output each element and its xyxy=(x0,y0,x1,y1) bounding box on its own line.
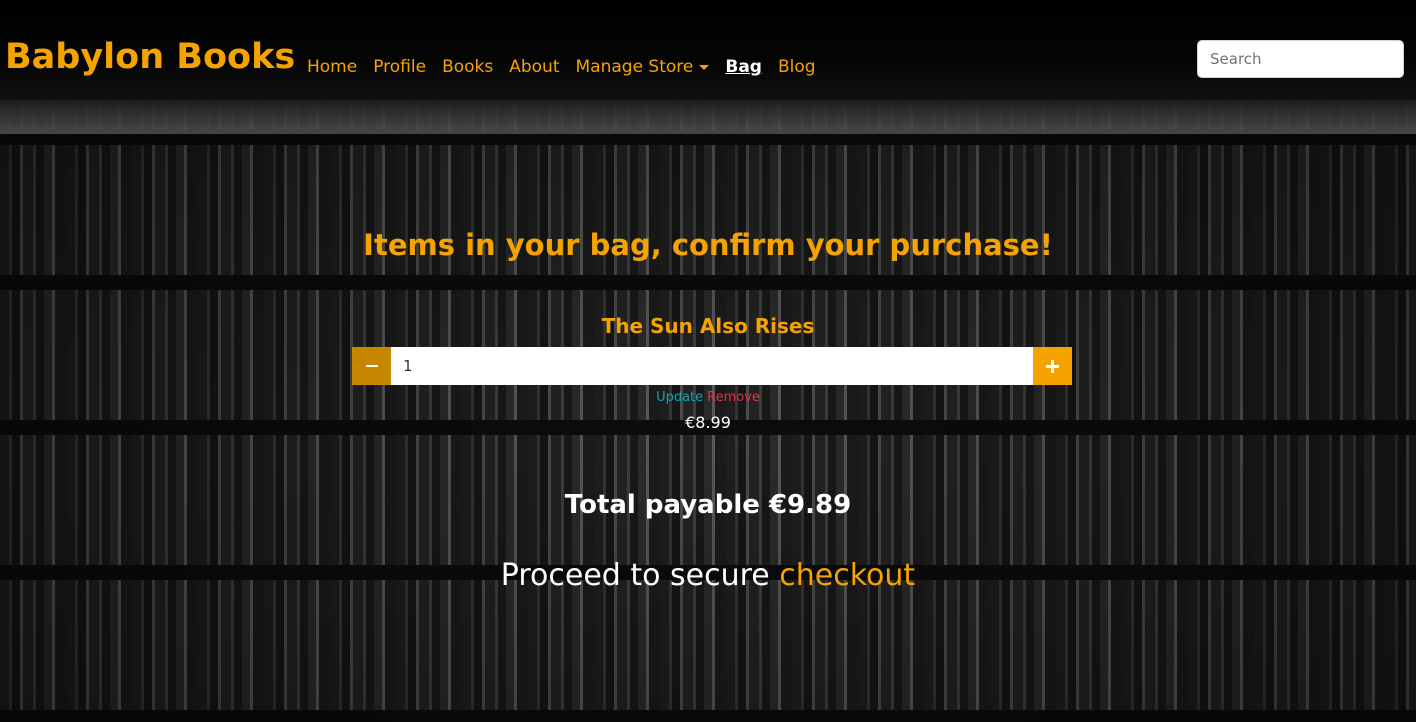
quantity-input[interactable] xyxy=(391,347,1033,385)
minus-icon xyxy=(365,365,378,367)
remove-link[interactable]: Remove xyxy=(707,390,760,405)
bag-item-title: The Sun Also Rises xyxy=(601,314,815,338)
decrement-button[interactable] xyxy=(352,347,391,385)
nav-blog[interactable]: Blog xyxy=(778,55,816,79)
quantity-stepper xyxy=(352,347,1072,385)
nav-about[interactable]: About xyxy=(509,55,559,79)
navbar-fade xyxy=(0,100,1416,134)
caret-down-icon xyxy=(699,64,710,70)
nav-profile[interactable]: Profile xyxy=(373,55,426,79)
increment-button[interactable] xyxy=(1033,347,1072,385)
item-price: €8.99 xyxy=(685,413,731,432)
checkout-link[interactable]: checkout xyxy=(779,558,915,593)
nav-manage-store-dropdown[interactable]: Manage Store xyxy=(576,55,710,79)
page-title: Items in your bag, confirm your purchase… xyxy=(363,228,1053,262)
checkout-prefix: Proceed to secure xyxy=(500,558,780,593)
navbar: Babylon Books Home Profile Books About M… xyxy=(0,0,1416,100)
search-input[interactable] xyxy=(1197,40,1404,78)
nav-bag[interactable]: Bag xyxy=(725,55,762,79)
nav-links: Home Profile Books About Manage Store Ba… xyxy=(307,55,832,79)
item-actions: Update Remove xyxy=(0,390,1416,406)
nav-home[interactable]: Home xyxy=(307,55,357,79)
bag-content: Items in your bag, confirm your purchase… xyxy=(0,134,1416,722)
brand-logo[interactable]: Babylon Books xyxy=(5,34,295,80)
update-link[interactable]: Update xyxy=(656,390,703,405)
nav-books[interactable]: Books xyxy=(442,55,493,79)
nav-manage-store-label: Manage Store xyxy=(575,57,694,77)
total-payable: Total payable €9.89 xyxy=(564,490,852,520)
checkout-prompt: Proceed to secure checkout xyxy=(0,556,1416,596)
plus-icon xyxy=(1046,359,1059,373)
